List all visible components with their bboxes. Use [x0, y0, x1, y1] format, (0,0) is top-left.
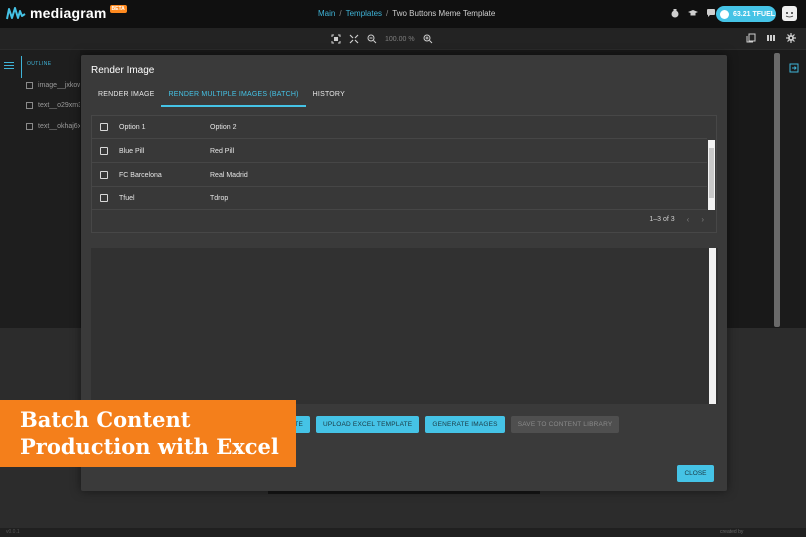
table-row[interactable]: Blue Pill Red Pill — [92, 140, 707, 163]
upload-excel-button[interactable]: UPLOAD EXCEL TEMPLATE — [316, 416, 420, 433]
select-all-checkbox[interactable] — [100, 123, 108, 131]
banner-line-1: Batch Content — [20, 407, 191, 432]
save-to-library-button[interactable]: SAVE TO CONTENT LIBRARY — [510, 416, 620, 433]
logo[interactable]: mediagram BETA — [6, 5, 127, 21]
row-checkbox[interactable] — [100, 171, 108, 179]
grid-header-row: Option 1 Option 2 — [92, 116, 707, 139]
menu-icon[interactable] — [4, 62, 14, 70]
pagination: 1–3 of 3 ‹ › — [649, 215, 704, 224]
tab-render-batch[interactable]: RENDER MULTIPLE IMAGES (BATCH) — [161, 85, 306, 107]
footer-version: v0.0.1 — [6, 529, 20, 535]
text-icon — [26, 102, 33, 109]
chat-icon[interactable] — [706, 8, 716, 18]
batch-data-grid: Option 1 Option 2 Blue Pill Red Pill FC … — [91, 115, 717, 233]
breadcrumb-current: Two Buttons Meme Template — [392, 9, 496, 18]
grid-cell: Option 1 — [119, 123, 146, 131]
breadcrumb-templates[interactable]: Templates — [346, 9, 382, 18]
dialog-tabs: RENDER IMAGE RENDER MULTIPLE IMAGES (BAT… — [91, 85, 352, 107]
image-icon — [26, 82, 33, 89]
logo-wave-icon — [6, 7, 26, 20]
layer-item[interactable]: text__o29xm3 — [26, 102, 82, 109]
grid-scrollbar[interactable] — [708, 140, 715, 210]
zoom-level: 100.00 % — [385, 35, 415, 43]
footer-credit: created by — [720, 529, 744, 535]
canvas-scrollbar[interactable] — [774, 53, 780, 327]
grid-cell: FC Barcelona — [119, 171, 162, 179]
grid-cell: Tfuel — [119, 194, 135, 202]
row-checkbox[interactable] — [100, 194, 108, 202]
beta-badge: BETA — [109, 5, 127, 13]
right-tools — [746, 33, 796, 43]
outline-label: OUTLINE — [27, 61, 52, 67]
layer-label: image__jxkow — [38, 82, 83, 89]
breadcrumb-separator: / — [386, 9, 389, 18]
grid-scrollbar-thumb[interactable] — [709, 148, 714, 198]
outline-rail — [21, 56, 22, 78]
tfuel-balance: 63.21 TFUEL — [733, 10, 776, 18]
tfuel-balance-button[interactable]: 63.21 TFUEL — [716, 6, 776, 22]
table-row[interactable]: FC Barcelona Real Madrid — [92, 164, 707, 187]
wallet-icon[interactable] — [670, 8, 680, 18]
tfuel-drop-icon — [720, 9, 729, 19]
outline-panel: OUTLINE image__jxkow text__o29xm3 text__… — [0, 50, 82, 328]
grid-cell: Real Madrid — [210, 171, 248, 179]
footer: v0.0.1 created by — [0, 528, 806, 537]
close-button[interactable]: CLOSE — [677, 465, 714, 482]
text-icon — [26, 123, 33, 130]
layer-item[interactable]: text__okhaj6x — [26, 123, 81, 130]
tab-history[interactable]: HISTORY — [306, 85, 352, 107]
top-bar: mediagram BETA Main / Templates / Two Bu… — [0, 0, 806, 28]
breadcrumb: Main / Templates / Two Buttons Meme Temp… — [318, 9, 495, 18]
logo-text: mediagram — [30, 5, 107, 21]
tab-render-image[interactable]: RENDER IMAGE — [91, 85, 161, 107]
zoom-in-icon[interactable] — [423, 34, 433, 44]
table-row[interactable]: Tfuel Tdrop — [92, 187, 707, 210]
chevron-left-icon[interactable]: ‹ — [687, 215, 690, 224]
library-icon[interactable] — [766, 33, 776, 43]
layer-item[interactable]: image__jxkow — [26, 82, 82, 89]
banner-line-2: Production with Excel — [20, 434, 279, 459]
copy-icon[interactable] — [746, 33, 756, 43]
avatar-face-icon — [785, 12, 794, 18]
grid-cell: Blue Pill — [119, 147, 145, 155]
pagination-label: 1–3 of 3 — [649, 216, 675, 223]
row-checkbox[interactable] — [100, 147, 108, 155]
grid-cell: Red Pill — [210, 147, 235, 155]
avatar[interactable] — [782, 6, 797, 21]
graduation-cap-icon[interactable] — [688, 8, 698, 18]
grid-cell: Tdrop — [210, 194, 229, 202]
grid-cell: Option 2 — [210, 123, 237, 131]
dialog-title: Render Image — [91, 65, 155, 76]
layer-label: text__okhaj6x — [38, 123, 82, 130]
zoom-controls: 100.00 % — [331, 34, 433, 44]
fit-screen-icon[interactable] — [331, 34, 341, 44]
breadcrumb-main[interactable]: Main — [318, 9, 335, 18]
layer-label: text__o29xm3 — [38, 102, 82, 109]
expand-icon[interactable] — [349, 34, 359, 44]
textarea-scrollbar[interactable] — [709, 248, 716, 404]
breadcrumb-separator: / — [339, 9, 342, 18]
promo-banner: Batch Content Production with Excel — [0, 400, 296, 467]
chevron-right-icon[interactable]: › — [701, 215, 704, 224]
batch-text-input[interactable] — [91, 248, 718, 404]
top-icons — [670, 8, 716, 18]
gear-icon[interactable] — [786, 33, 796, 43]
zoom-out-icon[interactable] — [367, 34, 377, 44]
editor-toolbar: 100.00 % — [0, 28, 806, 50]
exit-panel-icon[interactable] — [789, 63, 799, 73]
app-window: mediagram BETA Main / Templates / Two Bu… — [0, 0, 806, 537]
generate-images-button[interactable]: GENERATE IMAGES — [425, 416, 505, 433]
